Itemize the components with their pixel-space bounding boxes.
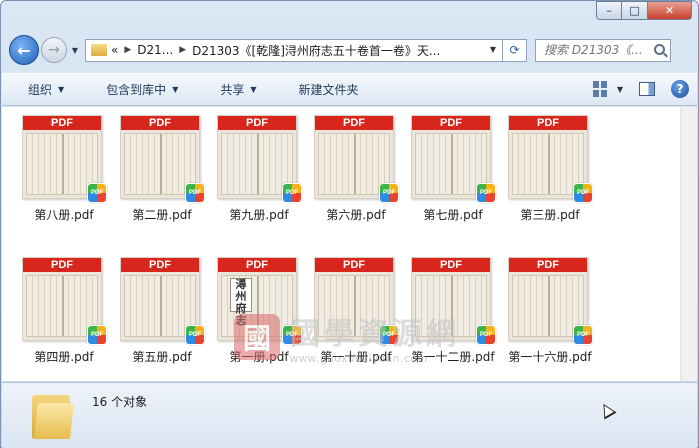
address-bar[interactable]: « ▶ D21... ▶ D21303《[乾隆]浔州府志五十卷首一卷》天... … [85, 38, 503, 62]
pdf-app-icon: PDF [476, 183, 496, 203]
refresh-button[interactable]: ⟳ [503, 38, 527, 62]
pdf-label: PDF [121, 116, 199, 130]
pdf-label: PDF [412, 258, 490, 272]
file-item[interactable]: PDF PDF 第五册.pdf [114, 249, 210, 369]
file-name: 第七册.pdf [423, 208, 483, 222]
organize-menu[interactable]: 组织 ▼ [2, 81, 78, 98]
file-name: 第一十二册.pdf [411, 350, 495, 364]
pdf-app-icon: PDF [476, 325, 496, 345]
chevron-down-icon[interactable]: ▼ [490, 45, 496, 54]
chevron-down-icon: ▼ [58, 85, 65, 94]
new-folder-button[interactable]: 新建文件夹 [271, 81, 373, 98]
file-item[interactable]: PDF PDF 第一十二册.pdf [405, 249, 501, 369]
recent-pages-dropdown[interactable]: ▼ [69, 46, 81, 55]
file-item[interactable]: PDF PDF 第二册.pdf [114, 107, 210, 227]
pdf-app-icon: PDF [573, 183, 593, 203]
pdf-label: PDF [509, 258, 587, 272]
include-in-library-label: 包含到库中 [106, 83, 167, 97]
explorer-window: – □ ✕ ← → ▼ « ▶ D21... ▶ D21303《[乾隆]浔州府志… [0, 0, 699, 448]
pdf-label: PDF [315, 116, 393, 130]
pdf-app-icon: PDF [87, 325, 107, 345]
view-options-icon[interactable] [592, 81, 611, 97]
pdf-app-icon: PDF [282, 183, 302, 203]
mouse-cursor-icon [597, 400, 617, 420]
folder-icon [91, 44, 107, 56]
file-name: 第六册.pdf [326, 208, 386, 222]
pdf-label: PDF [218, 116, 296, 130]
pdf-label: PDF [509, 116, 587, 130]
command-bar: 组织 ▼ 包含到库中 ▼ 共享 ▼ 新建文件夹 ▼ ? [2, 73, 697, 106]
pdf-app-icon: PDF [379, 325, 399, 345]
pdf-label: PDF [23, 116, 101, 130]
search-box[interactable] [535, 38, 671, 62]
chevron-right-icon: ▶ [124, 45, 132, 55]
file-item[interactable]: PDF PDF 第三册.pdf [502, 107, 598, 227]
organize-label: 组织 [28, 83, 53, 97]
minimize-button[interactable]: – [596, 1, 622, 20]
scrollbar[interactable] [680, 107, 697, 381]
file-list: PDF PDF 第八册.pdf PDF PDF 第二册.pdf PDF PDF 第九册.pdf P… [2, 107, 697, 381]
toolbar-right: ▼ ? [592, 80, 689, 98]
breadcrumb-overflow[interactable]: « [111, 43, 118, 57]
share-menu[interactable]: 共享 ▼ [192, 81, 270, 98]
folder-icon [32, 389, 74, 439]
file-name: 第三册.pdf [520, 208, 580, 222]
file-item[interactable]: PDF PDF 第八册.pdf [16, 107, 112, 227]
pdf-label: PDF [23, 258, 101, 272]
preview-pane-icon[interactable] [639, 82, 655, 96]
pdf-label: PDF [218, 258, 296, 272]
back-button[interactable]: ← [9, 35, 39, 65]
file-item[interactable]: PDF 潯州府志 PDF 第一册.pdf [211, 249, 307, 369]
file-item[interactable]: PDF PDF 第六册.pdf [308, 107, 404, 227]
breadcrumb-item[interactable]: D21303《[乾隆]浔州府志五十卷首一卷》天... [192, 42, 440, 59]
file-item[interactable]: PDF PDF 第四册.pdf [16, 249, 112, 369]
file-item[interactable]: PDF PDF 第一十册.pdf [308, 249, 404, 369]
window-controls: – □ ✕ [596, 1, 692, 20]
search-input[interactable] [536, 43, 648, 57]
file-name: 第二册.pdf [132, 208, 192, 222]
view-dropdown-icon[interactable]: ▼ [617, 85, 623, 94]
breadcrumb-item[interactable]: D21... [137, 43, 173, 57]
pdf-label: PDF [412, 116, 490, 130]
include-in-library-menu[interactable]: 包含到库中 ▼ [78, 81, 192, 98]
pdf-label: PDF [315, 258, 393, 272]
chevron-down-icon: ▼ [250, 85, 257, 94]
file-name: 第四册.pdf [34, 350, 94, 364]
file-item[interactable]: PDF PDF 第七册.pdf [405, 107, 501, 227]
file-item[interactable]: PDF PDF 第九册.pdf [211, 107, 307, 227]
cover-title: 潯州府志 [230, 278, 252, 327]
pdf-app-icon: PDF [87, 183, 107, 203]
share-label: 共享 [220, 83, 245, 97]
forward-button[interactable]: → [41, 37, 67, 63]
pdf-app-icon: PDF [573, 325, 593, 345]
pdf-label: PDF [121, 258, 199, 272]
file-name: 第五册.pdf [132, 350, 192, 364]
details-pane: 16 个对象 [2, 382, 697, 448]
pdf-app-icon: PDF [282, 325, 302, 345]
help-icon[interactable]: ? [671, 80, 689, 98]
file-name: 第九册.pdf [229, 208, 289, 222]
file-name: 第一十六册.pdf [508, 350, 592, 364]
chevron-down-icon: ▼ [172, 85, 179, 94]
chevron-right-icon: ▶ [179, 45, 187, 55]
file-name: 第八册.pdf [34, 208, 94, 222]
file-item[interactable]: PDF PDF 第一十六册.pdf [502, 249, 598, 369]
item-count: 16 个对象 [92, 395, 148, 409]
pdf-app-icon: PDF [185, 183, 205, 203]
search-icon[interactable] [654, 43, 665, 55]
close-button[interactable]: ✕ [648, 1, 692, 20]
file-name: 第一册.pdf [229, 350, 289, 364]
file-name: 第一十册.pdf [320, 350, 392, 364]
pdf-app-icon: PDF [185, 325, 205, 345]
pdf-app-icon: PDF [379, 183, 399, 203]
maximize-button[interactable]: □ [622, 1, 648, 20]
navigation-bar: ← → ▼ « ▶ D21... ▶ D21303《[乾隆]浔州府志五十卷首一卷… [9, 33, 690, 67]
